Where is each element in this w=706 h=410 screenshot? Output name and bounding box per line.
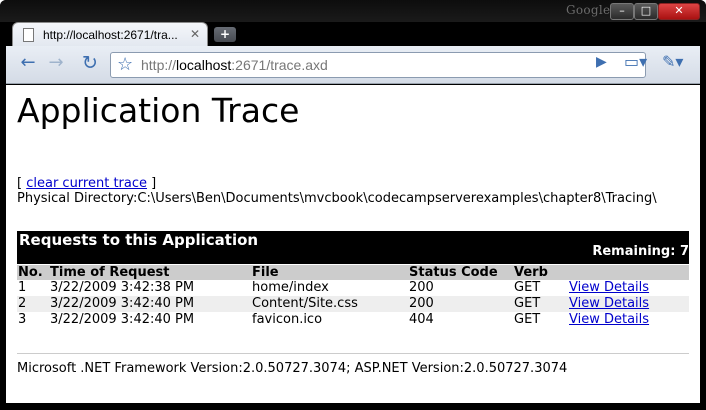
table-row: 2 3/22/2009 3:42:40 PM Content/Site.css … — [17, 296, 689, 312]
view-details-link[interactable]: View Details — [569, 312, 649, 327]
tab-close-icon[interactable]: ✕ — [190, 27, 200, 41]
row-details-cell: View Details — [568, 296, 689, 312]
new-tab-button[interactable]: + — [214, 27, 236, 42]
column-header-file: File — [251, 265, 408, 280]
row-time: 3/22/2009 3:42:40 PM — [49, 296, 251, 312]
row-no: 3 — [18, 312, 27, 327]
tab-localhost[interactable]: http://localhost:2671/tra... ✕ — [12, 22, 208, 46]
requests-header: Requests to this Application Remaining: … — [17, 231, 689, 264]
go-icon[interactable]: ▶ — [596, 54, 607, 70]
column-header-status: Status Code — [408, 265, 513, 280]
window-bottom-edge — [0, 403, 706, 410]
row-details-cell: View Details — [568, 312, 689, 328]
google-brand: Google — [566, 3, 611, 17]
navigation-toolbar: ← → ↻ ☆ http://localhost:2671/trace.axd … — [6, 46, 700, 84]
browser-window: Google – □ ✕ http://localhost:2671/tra..… — [0, 0, 706, 410]
page-icon — [23, 28, 34, 42]
table-row: 3 3/22/2009 3:42:40 PM favicon.ico 404 G… — [17, 312, 689, 328]
view-details-link[interactable]: View Details — [569, 296, 649, 311]
tab-title: http://localhost:2671/tra... — [43, 28, 178, 42]
column-header-time: Time of Request — [49, 265, 251, 280]
row-no: 2 — [17, 296, 49, 312]
clear-trace-line: [ clear current trace ] — [17, 176, 156, 191]
row-verb: GET — [514, 280, 541, 295]
wrench-menu-icon[interactable]: ✎▾ — [662, 52, 683, 71]
table-row: 1 3/22/2009 3:42:38 PM home/index 200 GE… — [17, 280, 689, 296]
bookmark-star-icon[interactable]: ☆ — [117, 54, 133, 75]
row-file: Content/Site.css — [251, 296, 408, 312]
requests-heading: Requests to this Application — [19, 231, 259, 249]
row-file: home/index — [252, 280, 329, 295]
maximize-button[interactable]: □ — [634, 3, 658, 20]
row-file: favicon.ico — [252, 312, 323, 327]
reload-button[interactable]: ↻ — [76, 52, 104, 76]
page-content: Application Trace [ clear current trace … — [6, 85, 700, 403]
url-path: :2671/trace.axd — [231, 57, 328, 73]
url-host: localhost — [176, 57, 232, 73]
url-scheme: http:// — [141, 57, 177, 73]
requests-table: No. Time of Request File Status Code Ver… — [17, 265, 689, 328]
url-text[interactable]: http://localhost:2671/trace.axd — [141, 57, 328, 73]
bracket-open: [ — [17, 176, 27, 191]
back-button[interactable]: ← — [14, 52, 42, 76]
table-header-row: No. Time of Request File Status Code Ver… — [17, 265, 689, 280]
page-menu-icon[interactable]: ▭▾ — [624, 52, 647, 71]
row-verb: GET — [514, 312, 541, 327]
column-header-details — [568, 265, 689, 280]
page-title: Application Trace — [17, 91, 300, 130]
version-info: Microsoft .NET Framework Version:2.0.507… — [17, 361, 568, 376]
row-no: 1 — [18, 280, 27, 295]
footer-divider — [17, 353, 689, 354]
row-details-cell: View Details — [568, 280, 689, 296]
column-header-verb: Verb — [513, 265, 568, 280]
title-bar: Google – □ ✕ — [0, 0, 706, 22]
row-status: 200 — [409, 280, 434, 295]
row-status: 200 — [408, 296, 513, 312]
remaining-count: Remaining: 7 — [592, 244, 689, 259]
view-details-link[interactable]: View Details — [569, 280, 649, 295]
forward-button[interactable]: → — [42, 52, 70, 76]
clear-trace-link[interactable]: clear current trace — [26, 176, 147, 191]
address-bar[interactable]: ☆ http://localhost:2671/trace.axd — [110, 52, 646, 78]
minimize-button[interactable]: – — [610, 3, 634, 20]
close-window-button[interactable]: ✕ — [658, 3, 700, 20]
bracket-close: ] — [147, 176, 157, 191]
physical-directory: Physical Directory:C:\Users\Ben\Document… — [17, 191, 657, 206]
column-header-no: No. — [17, 265, 49, 280]
row-verb: GET — [513, 296, 568, 312]
row-status: 404 — [409, 312, 434, 327]
row-time: 3/22/2009 3:42:38 PM — [50, 280, 195, 295]
row-time: 3/22/2009 3:42:40 PM — [50, 312, 195, 327]
